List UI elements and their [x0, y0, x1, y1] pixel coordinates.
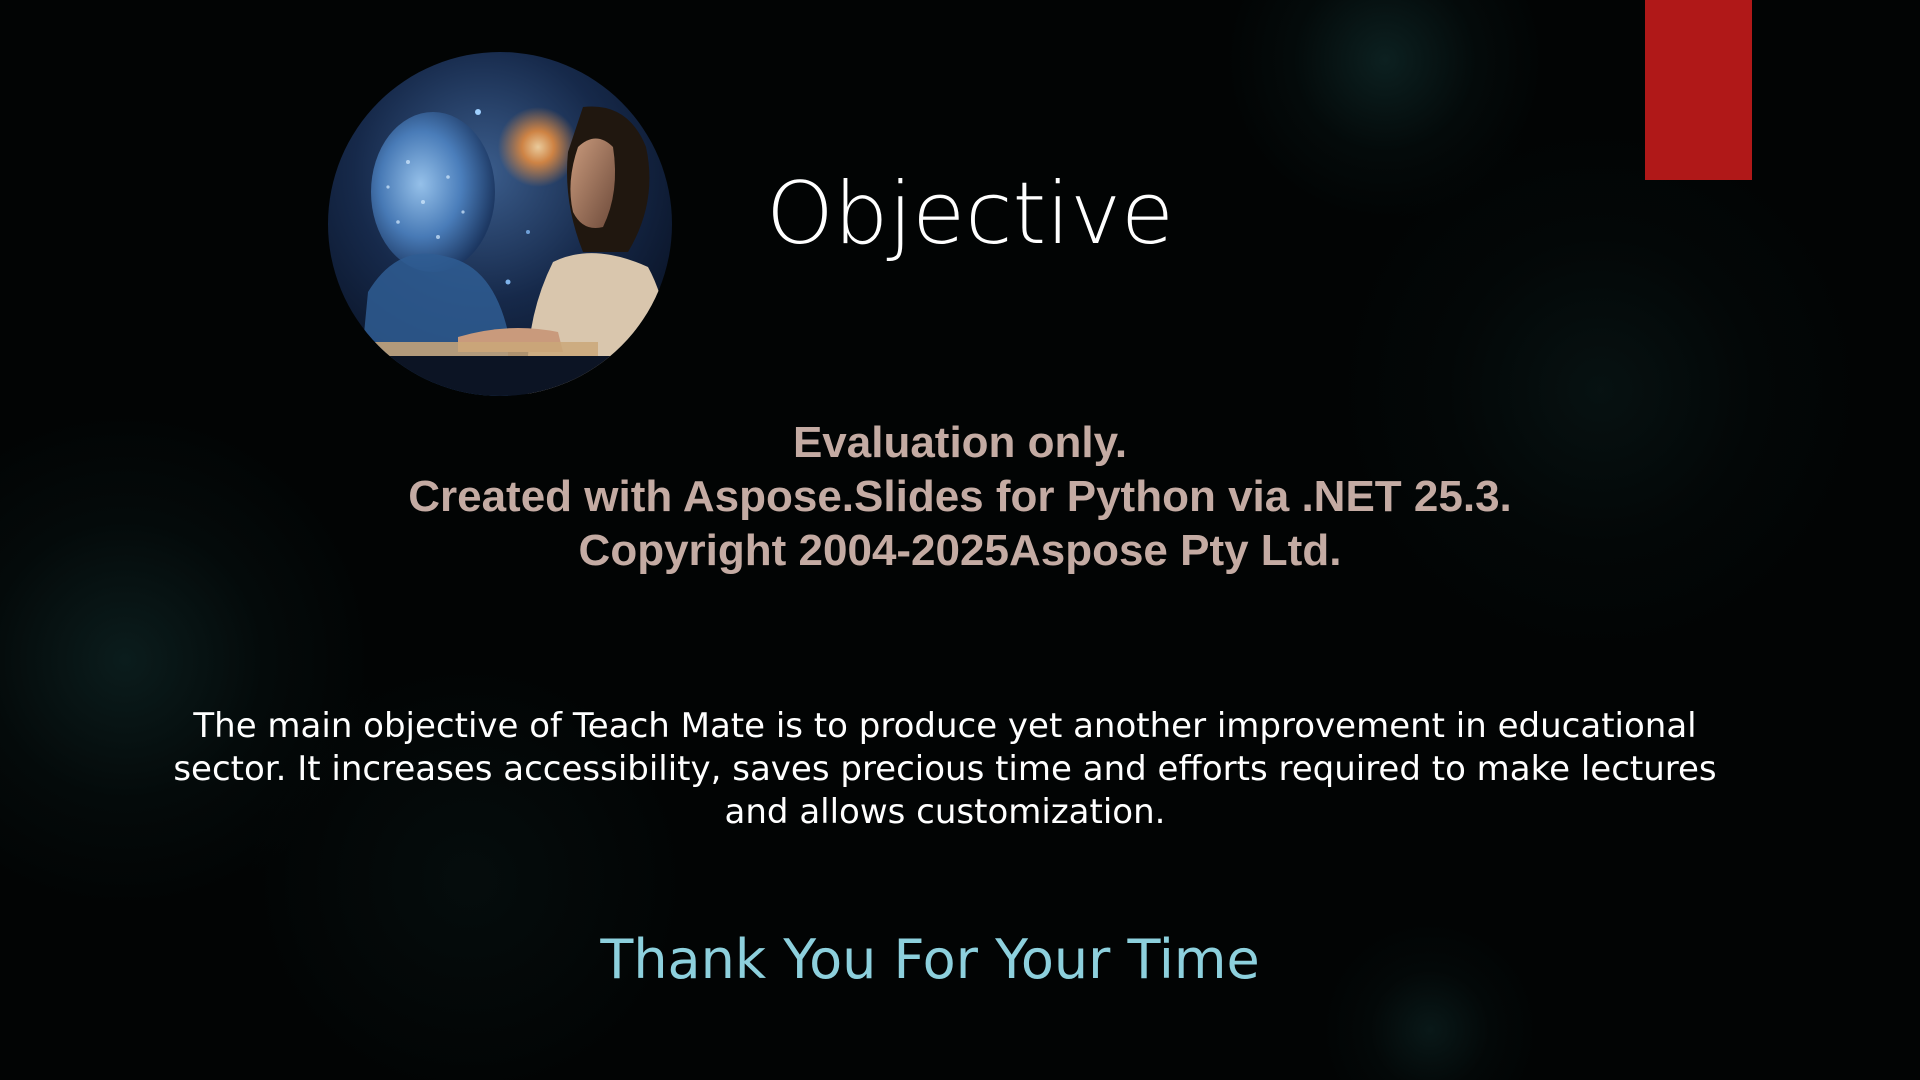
red-accent-bar [1645, 0, 1752, 180]
watermark-line-3: Copyright 2004-2025Aspose Pty Ltd. [578, 526, 1342, 575]
objective-description: The main objective of Teach Mate is to p… [173, 706, 1717, 832]
slide-title: Objective [766, 164, 1174, 264]
presentation-slide: Objective Evaluation only. Created with … [0, 0, 1920, 1080]
evaluation-watermark: Evaluation only. Created with Aspose.Sli… [160, 416, 1760, 578]
watermark-line-2: Created with Aspose.Slides for Python vi… [408, 472, 1512, 521]
watermark-line-1: Evaluation only. [792, 418, 1128, 467]
closing-message: Thank You For Your Time [600, 928, 1260, 991]
ai-woman-laptop-photo [328, 52, 672, 396]
